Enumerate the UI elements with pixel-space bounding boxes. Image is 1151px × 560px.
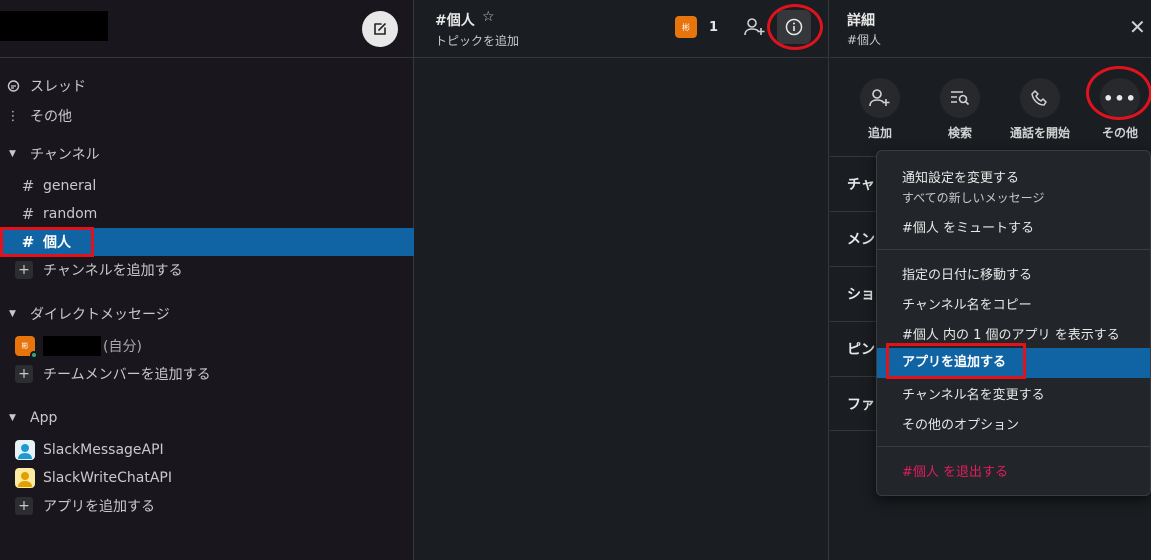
sidebar-item-threads[interactable]: スレッド bbox=[0, 72, 414, 100]
channel-pane: #個人 ☆ トピックを追加 彬 1 bbox=[414, 0, 829, 560]
menu-item-show-apps[interactable]: #個人 内の 1 個のアプリ を表示する bbox=[877, 324, 1150, 343]
channel-header: #個人 ☆ トピックを追加 彬 1 bbox=[414, 0, 828, 58]
caret-down-icon: ▼ bbox=[9, 413, 16, 423]
section-label: チャンネル bbox=[30, 147, 100, 163]
compose-button[interactable] bbox=[362, 11, 398, 47]
compose-icon bbox=[374, 23, 386, 35]
sidebar-item-app-slackmessageapi[interactable]: SlackMessageAPI bbox=[0, 436, 414, 464]
add-member-button[interactable] bbox=[744, 17, 766, 41]
menu-item-rename[interactable]: チャンネル名を変更する bbox=[877, 384, 1150, 403]
start-call-action[interactable]: 通話を開始 bbox=[1000, 78, 1080, 141]
add-teammate-label: チームメンバーを追加する bbox=[43, 367, 211, 383]
member-avatar[interactable]: 彬 bbox=[675, 16, 697, 38]
menu-item-other-options[interactable]: その他のオプション bbox=[877, 414, 1150, 433]
more-options-menu: 通知設定を変更する すべての新しいメッセージ #個人 をミュートする 指定の日付… bbox=[876, 150, 1151, 496]
app-avatar-icon bbox=[15, 440, 35, 460]
action-circle bbox=[1020, 78, 1060, 118]
channel-label: random bbox=[43, 206, 98, 222]
sidebar-item-channel-general[interactable]: # general bbox=[0, 172, 414, 200]
add-app-label: アプリを追加する bbox=[43, 499, 155, 515]
dm-self-suffix: (自分) bbox=[103, 339, 142, 355]
add-teammate-button[interactable]: + チームメンバーを追加する bbox=[0, 360, 414, 388]
annotation-highlight-oval bbox=[1086, 66, 1151, 120]
app-avatar-icon bbox=[15, 468, 35, 488]
app-label: SlackWriteChatAPI bbox=[43, 470, 172, 486]
menu-item-copy-name[interactable]: チャンネル名をコピー bbox=[877, 294, 1150, 313]
action-label: その他 bbox=[1101, 126, 1138, 140]
add-channel-label: チャンネルを追加する bbox=[43, 263, 183, 279]
action-label: 通話を開始 bbox=[1009, 126, 1070, 140]
menu-item-notification-current: すべての新しいメッセージ bbox=[902, 191, 1045, 205]
star-icon[interactable]: ☆ bbox=[482, 9, 495, 25]
action-label: 検索 bbox=[947, 126, 972, 140]
sidebar-item-more[interactable]: ⋮ その他 bbox=[0, 102, 414, 130]
add-people-action[interactable]: 追加 bbox=[840, 78, 920, 141]
add-topic-link[interactable]: トピックを追加 bbox=[435, 32, 519, 49]
workspace-header bbox=[0, 0, 413, 58]
add-app-button[interactable]: + アプリを追加する bbox=[0, 492, 414, 520]
search-action[interactable]: 検索 bbox=[920, 78, 1000, 141]
action-label: 追加 bbox=[867, 126, 892, 140]
workspace-name-redacted[interactable] bbox=[0, 11, 108, 41]
sidebar-item-label: スレッド bbox=[30, 79, 86, 95]
plus-icon: + bbox=[15, 365, 33, 383]
annotation-highlight-oval bbox=[767, 4, 823, 50]
hash-icon: # bbox=[21, 205, 35, 223]
details-title: 詳細 bbox=[847, 13, 875, 29]
channel-title[interactable]: #個人 bbox=[435, 10, 475, 30]
hash-icon: # bbox=[21, 177, 35, 195]
plus-icon: + bbox=[15, 261, 33, 279]
menu-item-notification-settings[interactable]: 通知設定を変更する bbox=[877, 167, 1150, 186]
channels-section-header[interactable]: ▼ チャンネル bbox=[0, 140, 414, 168]
annotation-highlight-box bbox=[0, 227, 94, 257]
sidebar-item-dm-self[interactable]: 彬 (自分) bbox=[0, 332, 414, 360]
add-person-icon bbox=[869, 89, 890, 107]
plus-icon: + bbox=[15, 497, 33, 515]
menu-divider bbox=[877, 446, 1150, 447]
sidebar-item-channel-random[interactable]: # random bbox=[0, 200, 414, 228]
close-icon[interactable]: ✕ bbox=[1129, 17, 1146, 37]
details-header: 詳細 #個人 ✕ bbox=[830, 0, 1151, 58]
menu-item-jump-to-date[interactable]: 指定の日付に移動する bbox=[877, 264, 1150, 283]
phone-icon bbox=[1031, 90, 1047, 106]
annotation-highlight-box bbox=[886, 343, 1026, 379]
menu-item-leave-channel[interactable]: #個人 を退出する bbox=[877, 461, 1150, 480]
app-label: SlackMessageAPI bbox=[43, 442, 164, 458]
more-vertical-icon: ⋮ bbox=[6, 108, 20, 124]
user-name-redacted bbox=[43, 336, 101, 356]
search-in-channel-icon bbox=[951, 91, 970, 106]
member-count[interactable]: 1 bbox=[709, 20, 718, 35]
online-status-dot bbox=[30, 351, 38, 359]
caret-down-icon: ▼ bbox=[9, 309, 16, 319]
dm-section-header[interactable]: ▼ ダイレクトメッセージ bbox=[0, 300, 414, 328]
action-circle bbox=[860, 78, 900, 118]
section-label: App bbox=[30, 410, 58, 426]
app-section-header[interactable]: ▼ App bbox=[0, 404, 414, 432]
menu-divider bbox=[877, 249, 1150, 250]
add-channel-button[interactable]: + チャンネルを追加する bbox=[0, 256, 414, 284]
channel-label: general bbox=[43, 178, 97, 194]
section-label: ダイレクトメッセージ bbox=[30, 307, 170, 323]
sidebar-item-label: その他 bbox=[30, 109, 72, 125]
avatar: 彬 bbox=[15, 336, 38, 359]
sidebar-item-app-slackwritechatapi[interactable]: SlackWriteChatAPI bbox=[0, 464, 414, 492]
sidebar: スレッド ⋮ その他 ▼ チャンネル # general # random # … bbox=[0, 0, 414, 560]
caret-down-icon: ▼ bbox=[9, 149, 16, 159]
details-subtitle: #個人 bbox=[847, 33, 882, 47]
action-circle bbox=[940, 78, 980, 118]
threads-icon bbox=[6, 79, 20, 93]
add-person-icon bbox=[744, 18, 765, 36]
menu-item-mute[interactable]: #個人 をミュートする bbox=[877, 217, 1150, 236]
